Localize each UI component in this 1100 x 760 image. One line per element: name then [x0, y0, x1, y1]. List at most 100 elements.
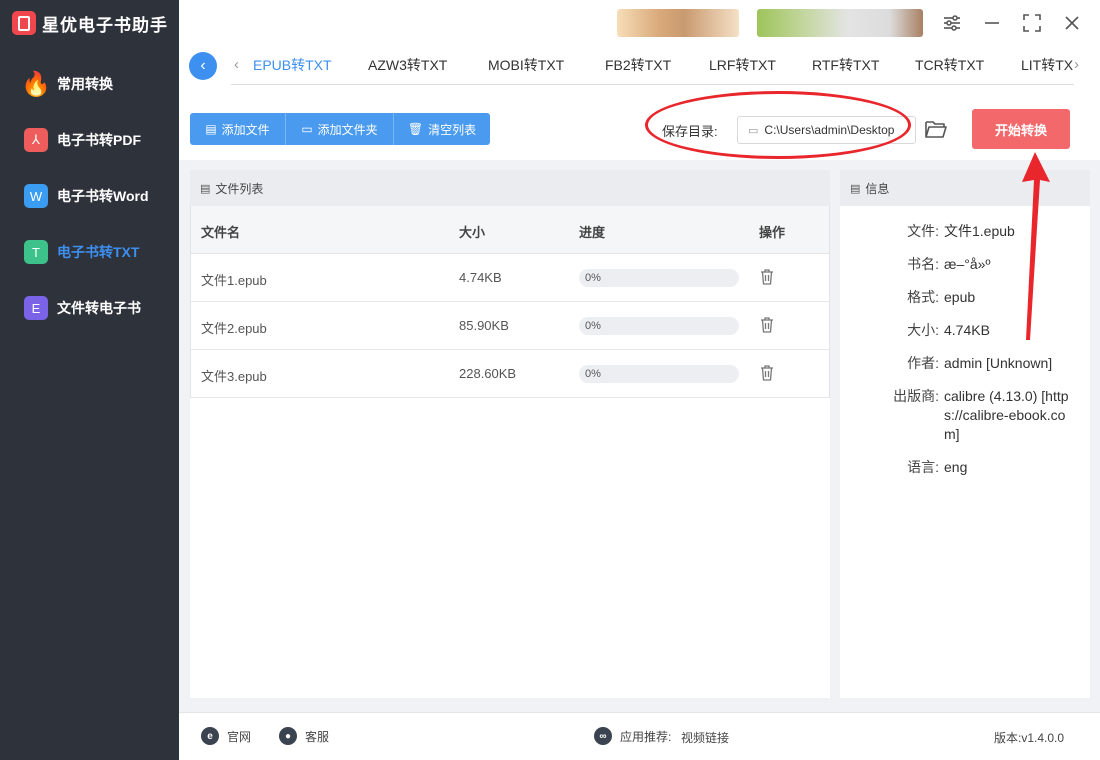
file-name: 文件2.epub [201, 321, 267, 336]
info-value: calibre (4.13.0) [https://calibre-ebook.… [944, 388, 1069, 442]
info-row: 格式: epub [840, 288, 1090, 307]
file-size: 228.60KB [459, 366, 517, 381]
back-button[interactable]: ‹ [189, 52, 217, 80]
app-header: 星优电子书助手 [0, 0, 179, 46]
maximize-icon[interactable] [1021, 12, 1043, 34]
version-label: 版本:v1.4.0.0 [994, 731, 1065, 745]
save-dir-value: C:\Users\admin\Desktop [764, 123, 895, 137]
trash-icon: 🗑 [407, 122, 424, 136]
info-row: 语言: eng [840, 458, 1090, 477]
file-name: 文件1.epub [201, 273, 267, 288]
tab-strip: EPUB转TXT AZW3转TXT MOBI转TXT FB2转TXT LRF转TXT RT… [253, 46, 1073, 86]
sidebar-item-word[interactable]: W 电子书转Word [0, 168, 179, 224]
close-icon[interactable] [1061, 12, 1083, 34]
title-bar [179, 0, 1100, 46]
info-key: 格式: [907, 289, 939, 305]
info-details: 文件: 文件1.epub 书名: æ–°å»º 格式: epub 大小: 4.74KB 作者: a… [840, 222, 1090, 491]
table-header: 文件名 大小 进度 操作 [191, 206, 829, 254]
info-key: 语言: [907, 459, 939, 475]
column-size: 大小 [459, 225, 486, 240]
delete-icon[interactable] [760, 269, 774, 285]
info-row: 出版商: calibre (4.13.0) [https://calibre-eb… [840, 387, 1090, 444]
info-header: ▤ 信息 [840, 170, 1090, 206]
tab-lit转txt[interactable]: LIT转TXT [1021, 46, 1073, 84]
sidebar-nav: 🔥 常用转换 ⅄ 电子书转PDF W 电子书转Word T 电子书转TXT E 文件转电子书 [0, 56, 179, 336]
customer-service-link[interactable]: ● 客服 [279, 727, 329, 745]
info-value: admin [Unknown] [944, 355, 1053, 371]
info-row: 书名: æ–°å»º [840, 255, 1090, 274]
website-link[interactable]: e 官网 [201, 727, 251, 745]
minimize-icon[interactable] [981, 12, 1003, 34]
tab-rtf转txt[interactable]: RTF转TXT [812, 46, 879, 84]
info-value: æ–°å»º [944, 256, 991, 272]
table-row[interactable]: 文件1.epub 4.74KB 0% [191, 254, 829, 302]
add-file-button[interactable]: ▤ 添加文件 [190, 113, 286, 145]
video-link[interactable]: 视频链接 [681, 729, 729, 746]
recommend-label: 应用推荐: [620, 729, 672, 744]
sidebar-item-ebook[interactable]: E 文件转电子书 [0, 280, 179, 336]
add-folder-label: 添加文件夹 [317, 122, 378, 137]
file-list-header: ▤ 文件列表 [190, 170, 830, 206]
start-convert-button[interactable]: 开始转换 [972, 109, 1070, 149]
tab-azw3转txt[interactable]: AZW3转TXT [368, 46, 447, 84]
app-recommend: ∞ 应用推荐: [594, 727, 671, 745]
fire-icon: 🔥 [21, 70, 51, 98]
delete-icon[interactable] [760, 317, 774, 333]
file-list-panel: ▤ 文件列表 文件名 大小 进度 操作 文件1.epub 4.74KB 0% 文件2.… [190, 170, 830, 698]
chat-icon: ● [279, 727, 297, 745]
toolbar: ▤ 添加文件 ▭ 添加文件夹 🗑 清空列表 保存目录: ▭ C:\Users\a… [179, 86, 1100, 160]
tab-tcr转txt[interactable]: TCR转TXT [915, 46, 984, 84]
sidebar-item-pdf[interactable]: ⅄ 电子书转PDF [0, 112, 179, 168]
sidebar: 星优电子书助手 🔥 常用转换 ⅄ 电子书转PDF W 电子书转Word T 电子书转TXT E 文… [0, 0, 179, 760]
info-key: 作者: [907, 355, 939, 371]
browse-folder-icon[interactable] [924, 118, 948, 142]
tabs-scroll-left-icon[interactable]: ‹ [234, 56, 239, 73]
save-dir-input[interactable]: ▭ C:\Users\admin\Desktop [737, 116, 916, 144]
tab-fb2转txt[interactable]: FB2转TXT [605, 46, 671, 84]
clear-list-button[interactable]: 🗑 清空列表 [394, 113, 490, 145]
add-file-label: 添加文件 [221, 122, 270, 137]
file-list-title: 文件列表 [215, 181, 264, 196]
tab-divider [231, 84, 1074, 85]
ie-icon: e [201, 727, 219, 745]
table-row[interactable]: 文件2.epub 85.90KB 0% [191, 302, 829, 350]
info-row: 文件: 文件1.epub [840, 222, 1090, 241]
add-folder-button[interactable]: ▭ 添加文件夹 [286, 113, 394, 145]
tab-epub转txt[interactable]: EPUB转TXT [253, 46, 332, 84]
format-tabs: ‹ ‹ EPUB转TXT AZW3转TXT MOBI转TXT FB2转TXT LRF转T… [179, 46, 1100, 86]
table-row[interactable]: 文件3.epub 228.60KB 0% [191, 350, 829, 398]
table-body: 文件1.epub 4.74KB 0% 文件2.epub 85.90KB 0% 文件3.epu… [191, 254, 829, 398]
footer: e 官网 ● 客服 ∞ 应用推荐: 视频链接 版本:v1.4.0.0 [179, 712, 1100, 760]
service-label: 客服 [305, 729, 330, 744]
info-value: 4.74KB [944, 322, 990, 338]
delete-icon[interactable] [760, 365, 774, 381]
progress-text: 0% [585, 320, 601, 332]
sidebar-item-label: 文件转电子书 [57, 300, 141, 316]
blurred-account-info [617, 9, 739, 37]
tabs-scroll-right-icon[interactable]: › [1074, 56, 1079, 73]
info-key: 书名: [907, 256, 939, 272]
column-progress: 进度 [579, 225, 606, 240]
sidebar-item-label: 电子书转Word [57, 188, 149, 204]
folder-small-icon: ▭ [748, 124, 759, 137]
sidebar-item-txt[interactable]: T 电子书转TXT [0, 224, 179, 280]
progress-bar: 0% [579, 269, 739, 287]
settings-icon[interactable] [941, 12, 963, 34]
sidebar-item-label: 常用转换 [57, 76, 113, 92]
info-row: 作者: admin [Unknown] [840, 354, 1090, 373]
progress-text: 0% [585, 368, 601, 380]
tab-mobi转txt[interactable]: MOBI转TXT [488, 46, 564, 84]
file-name: 文件3.epub [201, 369, 267, 384]
txt-icon: T [24, 240, 48, 264]
info-key: 出版商: [893, 388, 939, 404]
tab-lrf转txt[interactable]: LRF转TXT [709, 46, 776, 84]
app-logo-icon [12, 11, 36, 35]
info-key: 文件: [907, 223, 939, 239]
sidebar-item-common[interactable]: 🔥 常用转换 [0, 56, 179, 112]
info-icon: ▤ [850, 182, 861, 195]
app-title: 星优电子书助手 [42, 15, 168, 35]
blurred-user-info [757, 9, 923, 37]
info-panel: ▤ 信息 文件: 文件1.epub 书名: æ–°å»º 格式: epub 大小: 4.74K… [840, 170, 1090, 698]
file-button-group: ▤ 添加文件 ▭ 添加文件夹 🗑 清空列表 [190, 113, 490, 145]
progress-bar: 0% [579, 365, 739, 383]
